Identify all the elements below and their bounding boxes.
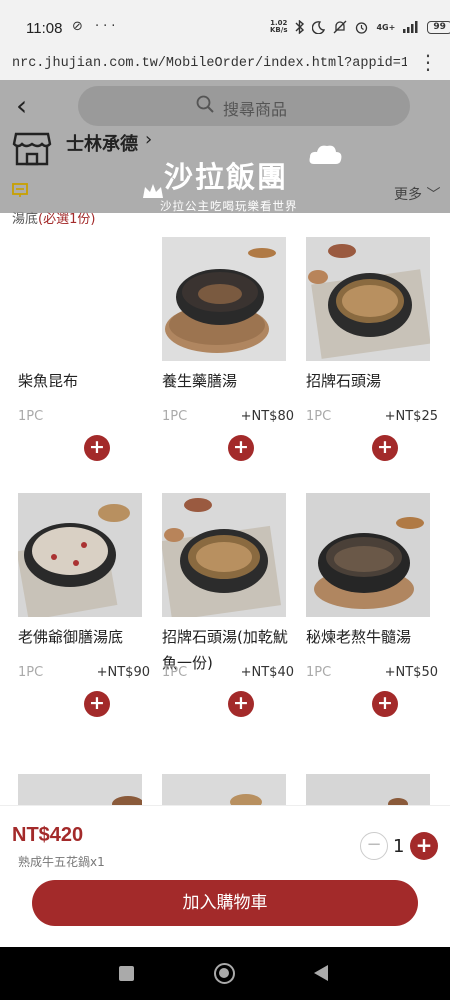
add-item-button[interactable]: +	[372, 691, 398, 717]
product-price: +NT$50	[384, 665, 438, 680]
order-item-summary: 熟成牛五花鍋x1	[18, 855, 105, 869]
product-photo[interactable]	[18, 493, 142, 617]
hotpot-photo-icon	[306, 237, 430, 361]
product-photo[interactable]	[162, 774, 286, 805]
search-icon	[196, 95, 214, 118]
hotpot-photo-icon	[162, 774, 286, 805]
watermark-subtitle: 沙拉公主吃喝玩樂看世界	[160, 199, 298, 213]
watermark-title: 沙拉飯團	[164, 160, 289, 194]
product-name: 老佛爺御膳湯底	[18, 628, 124, 646]
chevron-right-icon[interactable]: ›	[145, 129, 152, 150]
net-speed-unit: KB/s	[270, 26, 288, 34]
hotpot-photo-icon	[306, 493, 430, 617]
product-price: +NT$40	[240, 665, 294, 680]
product-price: +NT$90	[96, 665, 150, 680]
store-name[interactable]: 士林承德	[66, 130, 138, 156]
add-item-button[interactable]: +	[228, 435, 254, 461]
header-overlay: ‹ 搜尋商品 士林承德 › 沙拉飯團 沙拉公主吃喝玩樂看世界 更多 ﹀	[0, 80, 450, 213]
product-photo[interactable]	[306, 237, 430, 361]
browser-url-bar[interactable]: nrc.jhujian.com.tw/MobileOrder/index.htm…	[0, 50, 450, 80]
signal-icon	[403, 21, 418, 33]
add-item-button[interactable]: +	[84, 691, 110, 717]
add-item-button[interactable]: +	[228, 691, 254, 717]
product-unit: 1PC	[162, 409, 188, 424]
store-icon	[12, 132, 52, 166]
add-to-cart-button[interactable]: 加入購物車	[32, 880, 418, 926]
product-unit: 1PC	[306, 665, 332, 680]
notification-icons: ⊘ ···	[72, 19, 120, 34]
product-photo[interactable]	[162, 493, 286, 617]
hotpot-photo-icon	[306, 774, 430, 805]
system-icons: 1.02 KB/s 4G+ 99	[270, 20, 450, 34]
product-unit: 1PC	[306, 409, 332, 424]
decrease-quantity-button[interactable]: −	[360, 832, 388, 860]
product-photo[interactable]	[162, 237, 286, 361]
product-price: +NT$25	[384, 409, 438, 424]
product-photo[interactable]	[306, 774, 430, 805]
cloud-icon	[309, 145, 342, 164]
home-icon[interactable]	[214, 963, 235, 984]
section-name: 湯底	[12, 212, 39, 227]
product-unit: 1PC	[18, 409, 44, 424]
back-triangle-icon[interactable]	[314, 965, 328, 981]
menu-category-icon[interactable]	[12, 182, 28, 202]
order-summary-bar: NT$420 熟成牛五花鍋x1 − 1 + 加入購物車	[0, 805, 450, 947]
quantity-value: 1	[393, 836, 405, 857]
product-unit: 1PC	[18, 665, 44, 680]
search-input[interactable]: 搜尋商品	[78, 86, 410, 126]
hotpot-photo-icon	[162, 237, 286, 361]
total-price: NT$420	[12, 824, 84, 846]
page-content: ‹ 搜尋商品 士林承德 › 沙拉飯團 沙拉公主吃喝玩樂看世界 更多 ﹀ 湯底(必…	[0, 80, 450, 805]
section-requirement: (必選1份)	[38, 212, 96, 227]
product-photo[interactable]	[18, 774, 142, 805]
search-placeholder: 搜尋商品	[223, 100, 288, 119]
hotpot-photo-icon	[162, 493, 286, 617]
signal-label: 4G+	[376, 22, 396, 32]
status-bar: 11:08 ⊘ ··· 1.02 KB/s 4G+ 99	[0, 0, 450, 50]
add-item-button[interactable]: +	[372, 435, 398, 461]
clock: 11:08	[26, 20, 63, 37]
watermark-logo: 沙拉飯團 沙拉公主吃喝玩樂看世界	[143, 145, 345, 218]
product-photo[interactable]	[306, 493, 430, 617]
battery-icon: 99	[427, 20, 450, 34]
mute-icon	[334, 20, 347, 34]
hotpot-photo-icon	[18, 774, 142, 805]
product-unit: 1PC	[162, 665, 188, 680]
add-item-button[interactable]: +	[84, 435, 110, 461]
net-speed: 1.02 KB/s	[270, 20, 287, 34]
product-name: 柴魚昆布	[18, 372, 79, 390]
moon-icon	[312, 20, 326, 34]
recent-apps-icon[interactable]	[119, 966, 134, 981]
product-name: 秘煉老熬牛髓湯	[306, 628, 412, 646]
url-text[interactable]: nrc.jhujian.com.tw/MobileOrder/index.htm…	[12, 56, 407, 71]
more-categories-link[interactable]: 更多 ﹀	[394, 184, 440, 204]
product-name: 養生藥膳湯	[162, 372, 238, 390]
system-nav-bar	[0, 947, 450, 1000]
product-name: 招牌石頭湯	[306, 372, 382, 390]
hotpot-photo-icon	[18, 493, 142, 617]
product-price: +NT$80	[240, 409, 294, 424]
browser-menu-icon[interactable]: ⋮	[418, 50, 438, 74]
bluetooth-icon	[295, 20, 305, 34]
alarm-icon	[356, 21, 368, 34]
back-button[interactable]: ‹	[16, 92, 27, 120]
increase-quantity-button[interactable]: +	[410, 832, 438, 860]
